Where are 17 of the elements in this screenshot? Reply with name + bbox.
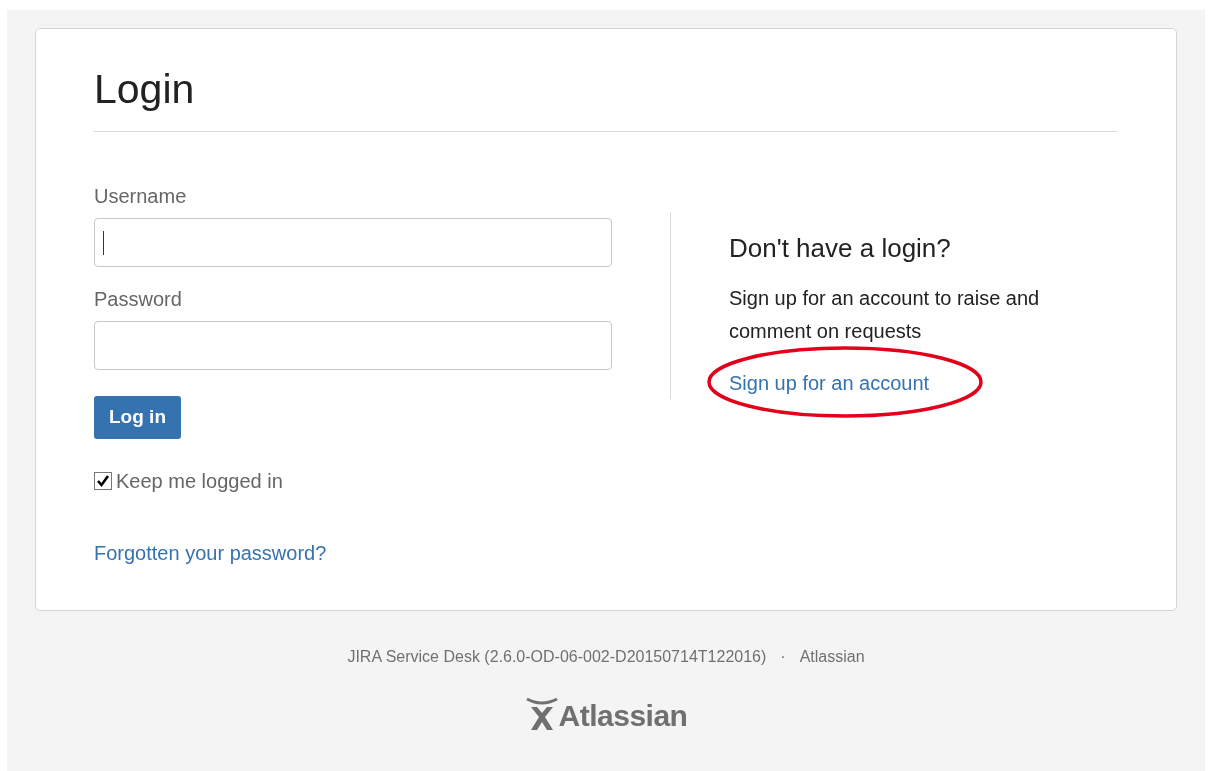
field-label: Username — [94, 184, 188, 208]
atlassian-link[interactable]: Atlassian — [799, 645, 865, 669]
signup-description: Sign up for an account to raise and comment on requests — [729, 286, 1041, 344]
separator-dot: · — [780, 647, 786, 667]
field-label: Password — [94, 287, 183, 311]
checkbox-label: Keep me logged in — [116, 469, 283, 494]
password-field[interactable] — [94, 321, 612, 370]
logo-icon — [524, 695, 559, 731]
page-title: Login — [94, 63, 1118, 132]
username-field[interactable] — [94, 218, 612, 267]
version-text: JIRA Service Desk (2.6.0-OD-06-002-D20150714T122016) — [347, 647, 767, 667]
checkbox[interactable] — [94, 472, 112, 490]
signup-heading: Don't have a login? — [729, 232, 952, 264]
login-button[interactable]: Log in — [94, 396, 181, 439]
checkmark-icon — [96, 474, 110, 488]
logo-text: Atlassian — [558, 701, 688, 731]
forgot-password-link[interactable]: Forgotten your password? — [94, 538, 327, 568]
